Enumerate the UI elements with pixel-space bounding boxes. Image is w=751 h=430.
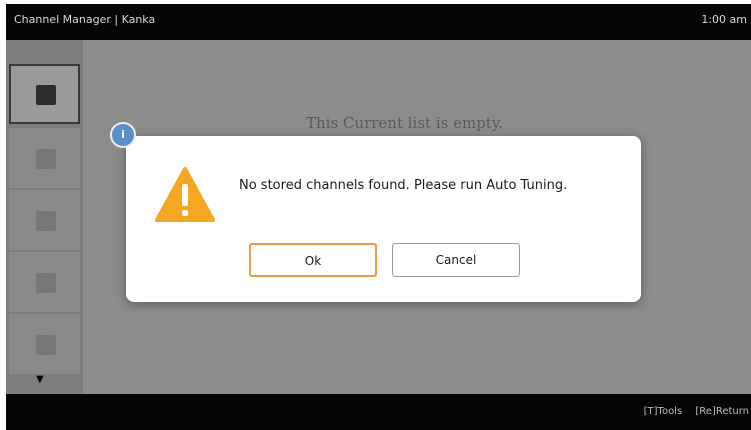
dialog-message: No stored channels found. Please run Aut… [239,178,568,193]
chevron-down-icon[interactable]: ▼ [36,374,44,385]
empty-list-message: This Current list is empty. [306,114,504,132]
key-hints: [T]Tools [Re]Return [634,406,749,417]
sidebar-item-icon [36,149,56,169]
alert-dialog: No stored channels found. Please run Aut… [126,136,641,302]
sidebar-item-5[interactable] [9,314,80,374]
sidebar-item-1[interactable] [9,64,80,124]
top-bar: Channel Manager | Kanka 1:00 am [6,4,751,40]
bottom-bar: [T]Tools [Re]Return [6,394,751,430]
app-title: Channel Manager | Kanka [14,13,156,26]
info-icon: i [110,122,136,148]
sidebar-item-4[interactable] [9,252,80,312]
hint-return: [Re]Return [695,406,749,417]
sidebar-item-icon [36,85,56,105]
warning-triangle-icon [155,167,215,222]
cancel-button[interactable]: Cancel [392,243,520,277]
sidebar-item-icon [36,211,56,231]
sidebar-item-icon [36,273,56,293]
clock: 1:00 am [701,13,747,26]
sidebar-item-icon [36,335,56,355]
sidebar-item-2[interactable] [9,128,80,188]
sidebar: ▼ [6,40,83,394]
hint-tools: [T]Tools [643,406,683,417]
sidebar-item-3[interactable] [9,190,80,250]
ok-button[interactable]: Ok [249,243,377,277]
